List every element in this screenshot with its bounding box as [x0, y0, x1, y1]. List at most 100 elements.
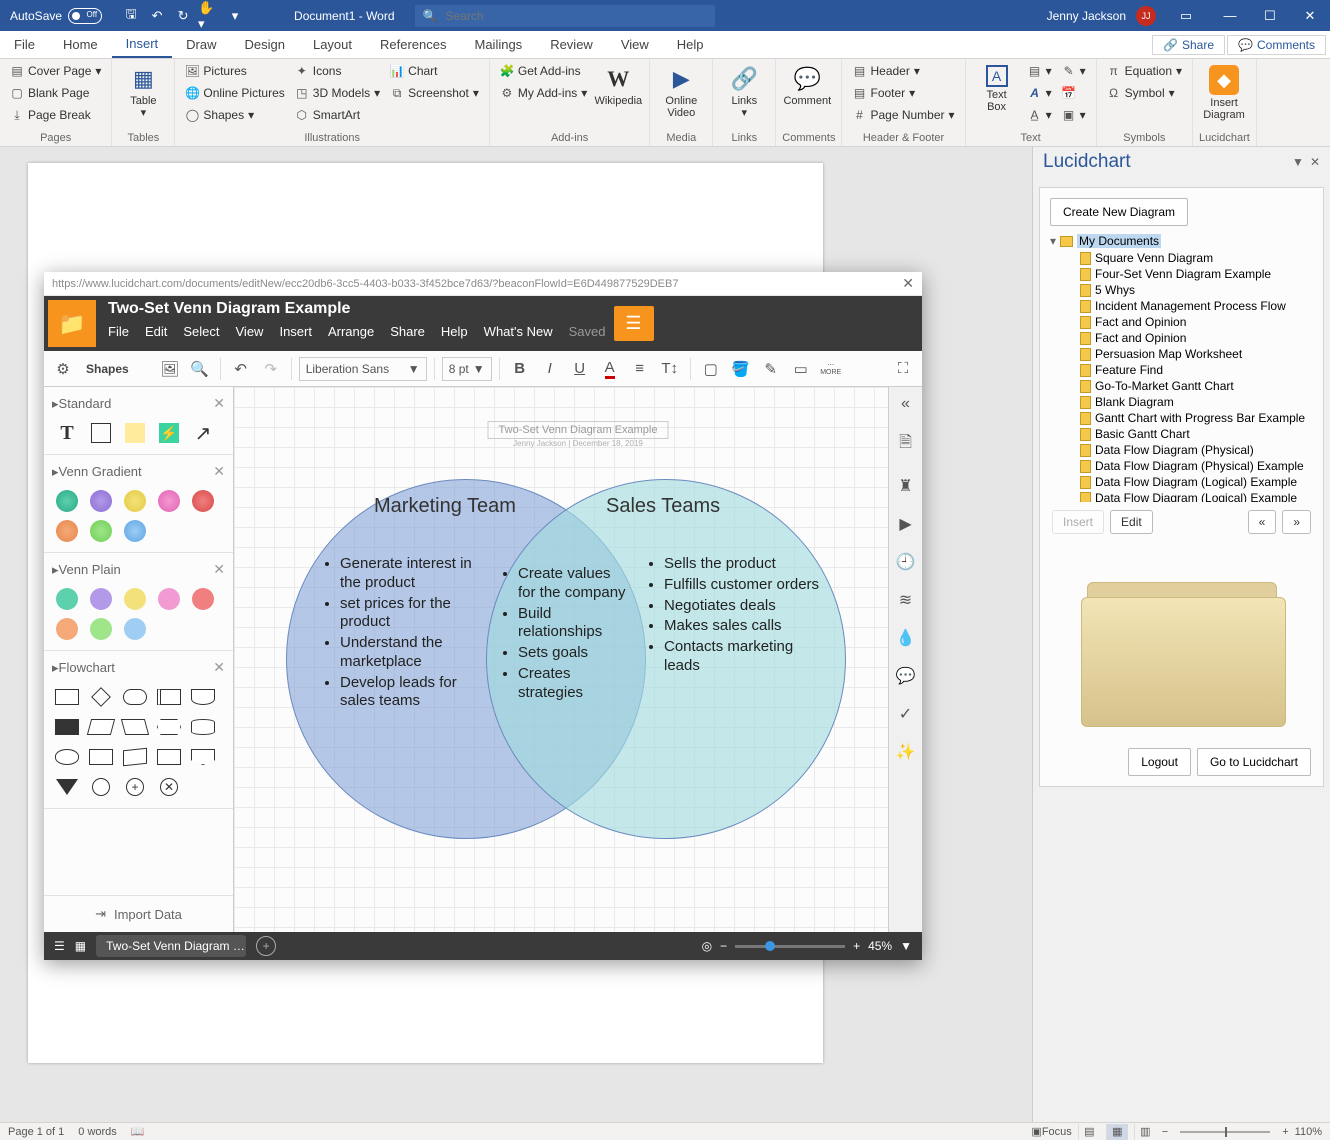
- footer-button[interactable]: ▤Footer▾: [848, 83, 958, 103]
- venn-plain-teal[interactable]: [52, 586, 82, 612]
- redo-icon[interactable]: ↻: [172, 5, 194, 27]
- venn-pink[interactable]: [154, 488, 184, 514]
- menu-arrange[interactable]: Arrange: [328, 324, 374, 339]
- close-group-icon[interactable]: ✕: [213, 395, 225, 412]
- tree-item[interactable]: Fact and Opinion: [1050, 330, 1313, 346]
- chart-button[interactable]: 📊Chart: [386, 61, 483, 81]
- prev-page-button[interactable]: «: [1248, 510, 1277, 534]
- tree-item[interactable]: Data Flow Diagram (Physical): [1050, 442, 1313, 458]
- image-icon[interactable]: 🖼: [157, 356, 183, 382]
- panel-menu-icon[interactable]: ▼: [1292, 155, 1304, 169]
- fc-terminator[interactable]: [120, 684, 150, 710]
- menu-insert[interactable]: Insert: [279, 324, 312, 339]
- fill-icon[interactable]: 🪣: [728, 356, 754, 382]
- tab-layout[interactable]: Layout: [299, 31, 366, 58]
- zoom-fit-icon[interactable]: ◎: [702, 939, 712, 953]
- venn-left-list[interactable]: Generate interest in the productset pric…: [324, 555, 484, 713]
- chat-icon[interactable]: 💬: [896, 666, 916, 686]
- tab-home[interactable]: Home: [49, 31, 112, 58]
- links-button[interactable]: 🔗Links▾: [719, 61, 769, 119]
- save-icon[interactable]: 🖫: [120, 5, 142, 27]
- comment-button[interactable]: 💬Comment: [782, 61, 832, 107]
- venn-plain-pink[interactable]: [154, 586, 184, 612]
- venn-orange[interactable]: [52, 518, 82, 544]
- add-page-icon[interactable]: +: [256, 936, 276, 956]
- undo-icon[interactable]: ↶: [146, 5, 168, 27]
- tree-item[interactable]: Four-Set Venn Diagram Example: [1050, 266, 1313, 282]
- hamburger-icon[interactable]: ☰: [614, 306, 654, 341]
- panel-close-icon[interactable]: ✕: [1310, 155, 1320, 169]
- fc-or[interactable]: +: [120, 774, 150, 800]
- fc-document[interactable]: [188, 684, 218, 710]
- search-icon[interactable]: 🔍: [187, 356, 213, 382]
- fc-internal[interactable]: [86, 744, 116, 770]
- zoom-in-icon[interactable]: +: [853, 939, 860, 953]
- line-icon[interactable]: ✎: [758, 356, 784, 382]
- fc-predef[interactable]: [154, 684, 184, 710]
- venn-plain-green[interactable]: [86, 616, 116, 642]
- fc-direct[interactable]: [52, 744, 82, 770]
- close-group-icon[interactable]: ✕: [213, 561, 225, 578]
- align-icon[interactable]: ≡: [627, 356, 653, 382]
- fc-multidoc[interactable]: [52, 714, 82, 740]
- venn-plain-red[interactable]: [188, 586, 218, 612]
- lucidchart-logo-icon[interactable]: 📁: [48, 300, 96, 347]
- menu-help[interactable]: Help: [441, 324, 468, 339]
- menu-what-s-new[interactable]: What's New: [484, 324, 553, 339]
- dropcap-button[interactable]: A̲▾: [1024, 105, 1056, 125]
- font-size-select[interactable]: 8 pt▼: [442, 357, 492, 381]
- note-shape[interactable]: [120, 420, 150, 446]
- venn-plain-orange[interactable]: [52, 616, 82, 642]
- equation-button[interactable]: πEquation▾: [1103, 61, 1186, 81]
- bold-icon[interactable]: B: [507, 356, 533, 382]
- page-icon[interactable]: 🗎: [899, 431, 912, 458]
- close-icon[interactable]: ✕: [1290, 0, 1330, 31]
- screenshot-button[interactable]: ⧉Screenshot▾: [386, 83, 483, 103]
- tree-item[interactable]: Gantt Chart with Progress Bar Example: [1050, 410, 1313, 426]
- venn-blue[interactable]: [120, 518, 150, 544]
- zoom-out-icon[interactable]: −: [1162, 1126, 1168, 1138]
- fc-decision[interactable]: [86, 684, 116, 710]
- venn-plain-purple[interactable]: [86, 586, 116, 612]
- tab-help[interactable]: Help: [663, 31, 718, 58]
- 3d-models-button[interactable]: ◳3D Models ▾: [291, 83, 384, 103]
- diagram-title[interactable]: Two-Set Venn Diagram Example: [108, 300, 606, 318]
- tree-item[interactable]: Square Venn Diagram: [1050, 250, 1313, 266]
- fc-merge[interactable]: [52, 774, 82, 800]
- venn-plain-yellow[interactable]: [120, 586, 150, 612]
- page-tab[interactable]: Two-Set Venn Diagram …▼: [96, 935, 246, 957]
- import-data-button[interactable]: ⇥Import Data: [44, 895, 233, 932]
- read-mode-icon[interactable]: ▤: [1078, 1124, 1100, 1140]
- icons-button[interactable]: ✦Icons: [291, 61, 384, 81]
- tab-draw[interactable]: Draw: [172, 31, 230, 58]
- user-avatar[interactable]: JJ: [1136, 6, 1156, 26]
- header-button[interactable]: ▤Header▾: [848, 61, 958, 81]
- zoom-slider[interactable]: [735, 945, 845, 948]
- shapes-button[interactable]: ◯Shapes▾: [181, 105, 288, 125]
- menu-share[interactable]: Share: [390, 324, 425, 339]
- venn-teal[interactable]: [52, 488, 82, 514]
- web-layout-icon[interactable]: ▥: [1134, 1124, 1156, 1140]
- venn-right-list[interactable]: Sells the productFulfills customer order…: [648, 555, 828, 678]
- editor-canvas[interactable]: Two-Set Venn Diagram Example Jenny Jacks…: [234, 387, 922, 932]
- create-new-diagram-button[interactable]: Create New Diagram: [1050, 198, 1188, 226]
- page-break-button[interactable]: ⤓Page Break: [6, 105, 105, 125]
- tree-root[interactable]: ▾My Documents: [1050, 234, 1313, 248]
- list-view-icon[interactable]: ☰: [54, 939, 65, 953]
- tree-item[interactable]: Incident Management Process Flow: [1050, 298, 1313, 314]
- fc-tape[interactable]: [154, 744, 184, 770]
- search-bar[interactable]: 🔍: [415, 5, 715, 27]
- venn-red[interactable]: [188, 488, 218, 514]
- menu-edit[interactable]: Edit: [145, 324, 167, 339]
- maximize-icon[interactable]: ☐: [1250, 0, 1290, 31]
- online-pictures-button[interactable]: 🌐Online Pictures: [181, 83, 288, 103]
- venn-center-list[interactable]: Create values for the companyBuild relat…: [502, 565, 632, 704]
- present-icon[interactable]: ▶: [899, 514, 911, 534]
- word-count[interactable]: 0 words: [78, 1126, 117, 1138]
- smartart-button[interactable]: ⬡SmartArt: [291, 105, 384, 125]
- proofing-icon[interactable]: 📖: [131, 1125, 145, 1138]
- fc-data[interactable]: [120, 714, 150, 740]
- user-name[interactable]: Jenny Jackson: [1047, 9, 1126, 23]
- tree-item[interactable]: Blank Diagram: [1050, 394, 1313, 410]
- fc-sum[interactable]: ✕: [154, 774, 184, 800]
